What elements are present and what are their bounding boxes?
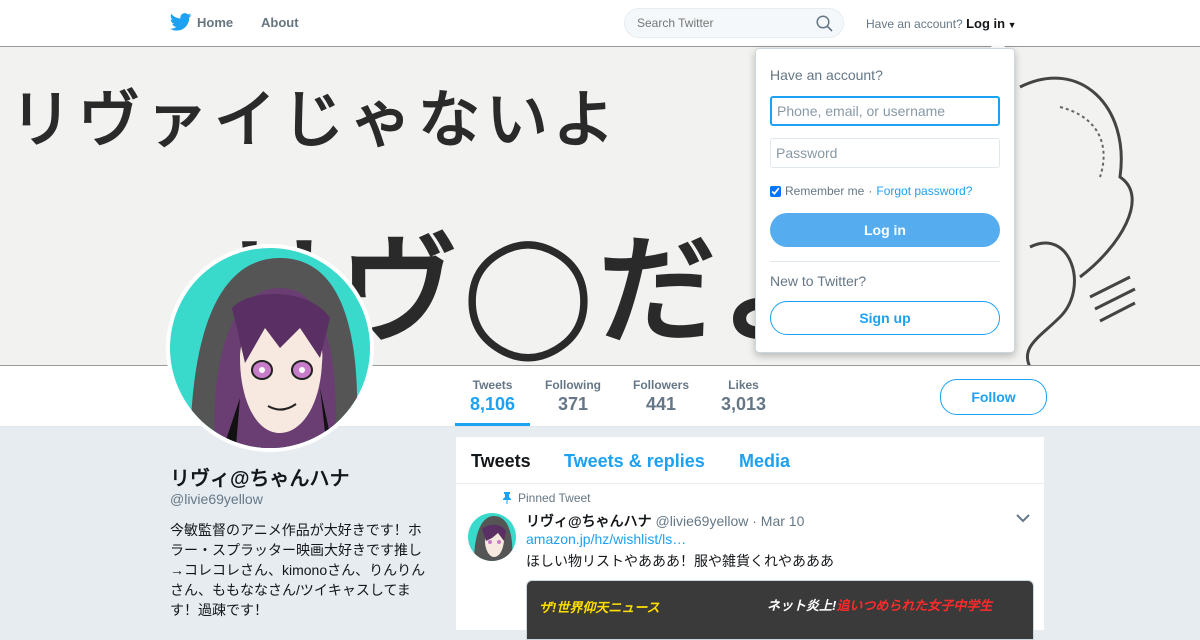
top-navigation-bar: Home About Have an account? Log in ▼ [0,0,1200,47]
remember-me-label[interactable]: Remember me [785,184,864,198]
media-caption-prefix: ネット炎上! [767,598,837,613]
stat-tweets[interactable]: Tweets 8,106 [470,378,515,415]
remember-me-row: Remember me · Forgot password? [770,184,972,198]
tweet-author-name[interactable]: リヴィ@ちゃんハナ [526,513,652,529]
stat-label: Likes [728,378,759,392]
username-field[interactable] [770,96,1000,126]
nav-home-link[interactable]: Home [197,15,233,30]
tweet-header: リヴィ@ちゃんハナ @livie69yellow · Mar 10 [526,511,804,531]
login-link-label: Log in [966,16,1006,31]
profile-name: リヴィ@ちゃんハナ [170,468,350,490]
tweet-media-preview[interactable]: ザ!世界仰天ニュース ネット炎上!追いつめられた女子中学生 [526,580,1034,640]
tweet-text: ほしい物リストやあああ！服や雑貨くれやあああ [526,553,834,569]
banner-text-line1: リヴァイじゃないよ [10,83,621,156]
new-to-twitter-text: New to Twitter? [770,273,867,289]
avatar-illustration-icon [474,516,513,561]
login-button[interactable]: Log in [770,213,1000,247]
dropdown-divider [770,261,1000,262]
profile-avatar[interactable] [166,244,374,452]
timeline: Tweets Tweets & replies Media Pinned Twe… [456,437,1044,640]
profile-bio: 今敏監督のアニメ作品が大好きです！ホラー・スプラッター映画大好きです推し→コレコ… [170,522,426,618]
tab-media[interactable]: Media [739,451,790,472]
search-input[interactable] [624,8,844,38]
separator-dot: · [868,184,873,198]
timeline-tabs: Tweets Tweets & replies Media [456,437,1044,484]
media-caption-highlight: 追いつめられた女子中学生 [836,598,993,613]
banner-doodle-icon [1019,76,1136,365]
avatar-illustration-icon [190,258,358,448]
active-stat-indicator [455,423,530,426]
stat-followers[interactable]: Followers 441 [633,378,689,415]
media-caption-right: ネット炎上!追いつめられた女子中学生 [767,595,992,614]
have-account-text: Have an account? [866,17,963,31]
tweet-date[interactable]: · Mar 10 [752,513,804,529]
stat-label: Following [545,378,601,392]
dropdown-arrow [990,40,1006,48]
nav-about-link[interactable]: About [261,15,299,30]
tweet-avatar[interactable] [468,513,516,561]
login-dropdown-title: Have an account? [770,67,883,83]
media-caption-left: ザ!世界仰天ニュース [539,600,660,615]
password-field[interactable] [770,138,1000,168]
search-icon[interactable] [816,15,833,32]
pinned-tweet-header: Pinned Tweet [502,491,591,505]
pinned-label: Pinned Tweet [518,491,591,505]
profile-handle[interactable]: @livie69yellow [170,491,263,507]
stat-following[interactable]: Following 371 [545,378,601,415]
tweet-author-handle[interactable]: @livie69yellow [656,513,749,529]
stat-label: Followers [633,378,690,392]
chevron-down-icon[interactable] [1016,513,1030,523]
stat-likes[interactable]: Likes 3,013 [721,378,766,415]
caret-down-icon: ▼ [1005,20,1017,30]
tab-tweets-replies[interactable]: Tweets & replies [564,451,705,472]
avatar-image [170,248,370,448]
stat-label: Tweets [472,378,513,392]
login-dropdown-toggle[interactable]: Log in ▼ [966,16,1016,31]
login-dropdown: Have an account? Remember me · Forgot pa… [755,48,1015,353]
stat-value: 441 [645,394,677,414]
follow-button[interactable]: Follow [940,379,1047,415]
have-account-prompt: Have an account? Log in ▼ [866,16,1017,31]
stat-value: 3,013 [721,394,767,414]
pin-icon [503,492,511,504]
remember-me-checkbox[interactable] [770,185,781,197]
twitter-bird-icon[interactable] [170,13,192,31]
forgot-password-link[interactable]: Forgot password? [876,184,972,198]
stat-value: 8,106 [470,394,516,414]
tweet-link[interactable]: amazon.jp/hz/wishlist/ls… [526,531,686,547]
tab-tweets[interactable]: Tweets [471,451,531,472]
signup-button[interactable]: Sign up [770,301,1000,335]
stat-value: 371 [557,394,589,414]
